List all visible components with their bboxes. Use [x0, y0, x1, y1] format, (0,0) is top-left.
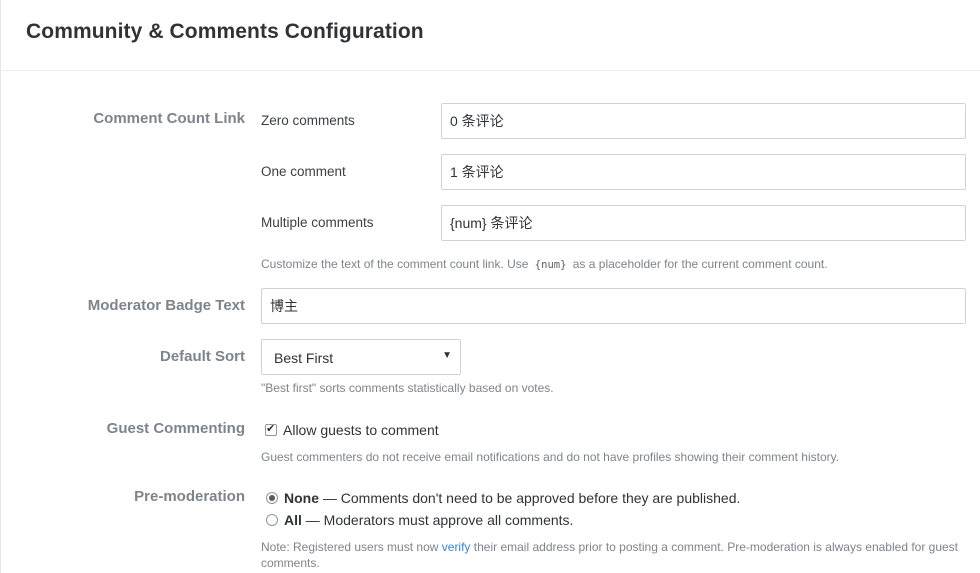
- checkmark-icon: ✔: [266, 423, 276, 435]
- comment-count-help-after: as a placeholder for the current comment…: [572, 257, 828, 271]
- page-header: Community & Comments Configuration: [1, 0, 980, 71]
- premoderation-all-title: All: [284, 512, 302, 528]
- premoderation-none-label[interactable]: None — Comments don't need to be approve…: [284, 490, 740, 506]
- zero-comments-input[interactable]: [441, 103, 966, 139]
- moderator-badge-label: Moderator Badge Text: [87, 297, 245, 314]
- premoderation-none-desc: — Comments don't need to be approved bef…: [322, 490, 741, 506]
- default-sort-selected: Best First: [274, 350, 334, 366]
- default-sort-help: "Best first" sorts comments statisticall…: [261, 381, 554, 395]
- num-placeholder-code: {num}: [534, 259, 567, 271]
- comment-count-link-label: Comment Count Link: [93, 110, 245, 127]
- settings-page: Community & Comments Configuration Comme…: [0, 0, 980, 573]
- one-comment-input[interactable]: [441, 154, 966, 190]
- multiple-comments-label: Multiple comments: [261, 215, 374, 230]
- premoderation-all-radio[interactable]: [266, 514, 278, 526]
- premoderation-all-desc: — Moderators must approve all comments.: [305, 512, 574, 528]
- premoderation-none-radio[interactable]: [266, 492, 278, 504]
- guest-commenting-help: Guest commenters do not receive email no…: [261, 450, 840, 464]
- verify-link[interactable]: verify: [442, 540, 471, 554]
- default-sort-select[interactable]: Best First ▼: [261, 339, 461, 375]
- page-title: Community & Comments Configuration: [26, 20, 424, 43]
- comment-count-help: Customize the text of the comment count …: [261, 256, 961, 273]
- premoderation-note-before: Note: Registered users must now: [261, 540, 439, 554]
- chevron-down-icon: ▼: [442, 350, 452, 361]
- zero-comments-label: Zero comments: [261, 113, 355, 128]
- allow-guests-label[interactable]: Allow guests to comment: [283, 422, 439, 438]
- multiple-comments-input[interactable]: [441, 205, 966, 241]
- comment-count-help-before: Customize the text of the comment count …: [261, 257, 529, 271]
- premoderation-note: Note: Registered users must now verify t…: [261, 539, 961, 571]
- one-comment-label: One comment: [261, 164, 346, 179]
- premoderation-none-title: None: [284, 490, 319, 506]
- default-sort-label: Default Sort: [159, 348, 245, 365]
- allow-guests-checkbox[interactable]: ✔: [265, 423, 277, 436]
- moderator-badge-input[interactable]: [261, 288, 966, 324]
- premoderation-label: Pre-moderation: [134, 488, 245, 505]
- guest-commenting-label: Guest Commenting: [106, 420, 245, 437]
- premoderation-all-label[interactable]: All — Moderators must approve all commen…: [284, 512, 573, 528]
